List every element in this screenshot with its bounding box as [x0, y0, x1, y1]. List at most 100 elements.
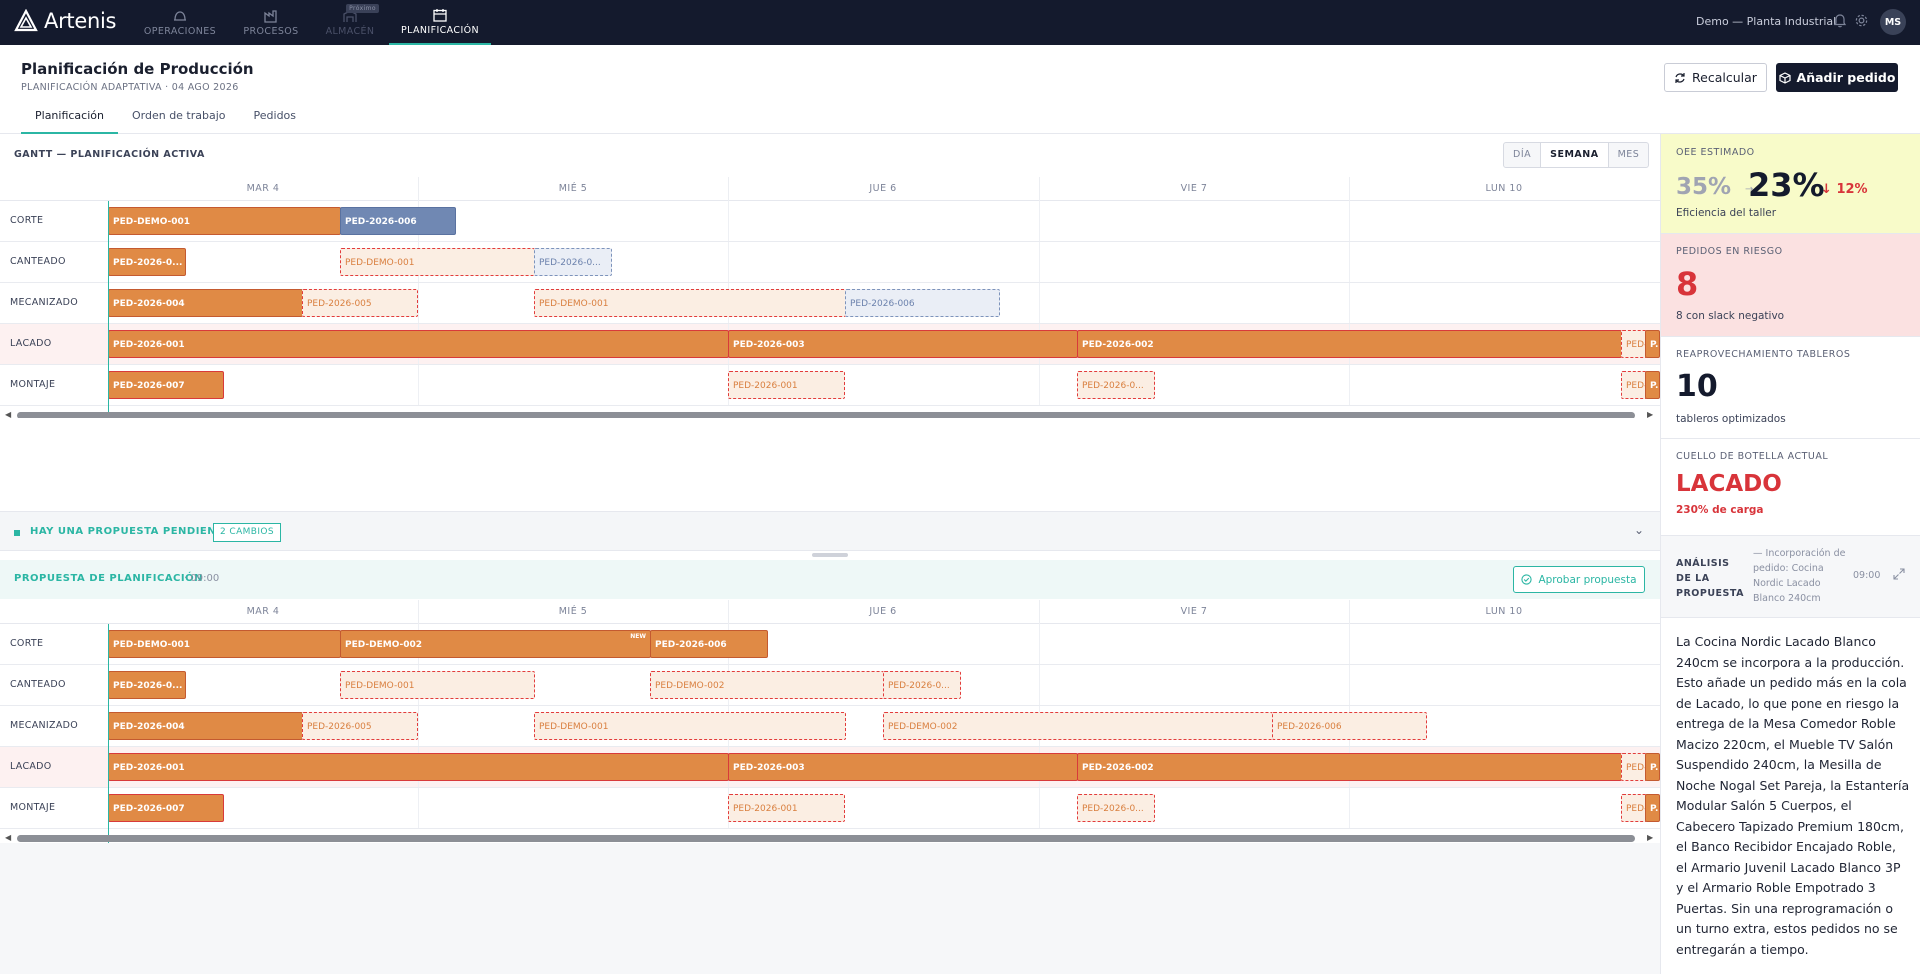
order-bar[interactable]: PED-2026-0...	[108, 671, 186, 699]
app-logo[interactable]: Artenis	[14, 9, 116, 33]
order-bar[interactable]: PED-...	[1621, 371, 1647, 399]
gantt-row: CORTE PED-DEMO-001 PED-DEMO-002 NEW PED-2026…	[0, 624, 1660, 665]
tab-pedidos[interactable]: Pedidos	[240, 101, 311, 134]
order-bar[interactable]: PED-...	[1621, 330, 1647, 358]
kpi-desc: Eficiencia del taller	[1676, 207, 1777, 219]
grid-line	[418, 365, 419, 405]
gear-icon[interactable]	[1854, 13, 1869, 28]
day-header: MAR 4 MIÉ 5 JUE 6 VIE 7 LUN 10	[0, 600, 1660, 624]
order-bar[interactable]: PED-2026-002	[1077, 753, 1622, 781]
order-bar[interactable]: PED-2026-001	[108, 330, 729, 358]
order-bar[interactable]: PED-2026-001	[108, 753, 729, 781]
order-bar[interactable]: PED-2026-002	[1077, 330, 1622, 358]
add-order-button[interactable]: Añadir pedido	[1776, 63, 1898, 92]
order-label: PED-2026-002	[1082, 763, 1154, 773]
kpi-bottleneck: CUELLO DE BOTELLA ACTUAL LACADO 230% de …	[1661, 439, 1920, 536]
chevron-down-icon[interactable]: ⌄	[1634, 523, 1644, 537]
scroll-right-icon[interactable]: ▶	[1647, 833, 1653, 842]
order-bar[interactable]: PED-2026-006	[845, 289, 1000, 317]
order-bar[interactable]: PED-...	[1621, 753, 1647, 781]
order-bar[interactable]: P...	[1645, 330, 1660, 358]
order-bar[interactable]: PED-DEMO-002	[883, 712, 1273, 740]
order-bar[interactable]: PED-DEMO-001	[534, 289, 846, 317]
approve-label: Aprobar propuesta	[1538, 573, 1637, 586]
row-label: MECANIZADO	[10, 297, 79, 308]
order-bar[interactable]: PED-DEMO-001	[108, 630, 341, 658]
order-bar[interactable]: PED-DEMO-001	[108, 207, 341, 235]
gantt-row: MONTAJE PED-2026-007 PED-2026-001 PED-2026-…	[0, 788, 1660, 829]
grid-line	[1349, 624, 1350, 664]
order-bar[interactable]: PED-2026-001	[728, 371, 845, 399]
order-bar[interactable]: P...	[1645, 753, 1660, 781]
box-icon	[1778, 71, 1791, 84]
order-bar[interactable]: PED-2026-004	[108, 712, 303, 740]
order-bar[interactable]: PED-DEMO-001	[534, 712, 846, 740]
order-bar[interactable]: P...	[1645, 371, 1660, 399]
refresh-icon	[1675, 72, 1685, 83]
order-bar[interactable]: PED-DEMO-001	[340, 671, 535, 699]
order-label: PED-DEMO-001	[113, 640, 191, 650]
proposal-time: · 09:00	[184, 573, 220, 584]
gantt-row: MECANIZADO PED-2026-004 PED-2026-005 PED-DE…	[0, 706, 1660, 747]
order-label: PED-2026-006	[345, 217, 417, 227]
recalculate-button[interactable]: Recalcular	[1664, 63, 1767, 92]
order-bar[interactable]: PED-...	[1621, 794, 1647, 822]
user-avatar[interactable]: MS	[1880, 9, 1906, 35]
kpi-label: PEDIDOS EN RIESGO	[1676, 246, 1783, 257]
order-label: PED-...	[1626, 763, 1646, 773]
arrow-down-icon: ↓	[1821, 182, 1832, 197]
nav-planificacion[interactable]: PLANIFICACIÓN	[389, 0, 491, 45]
scrollbar-thumb[interactable]	[17, 835, 1635, 842]
order-bar[interactable]: PED-2026-001	[728, 794, 845, 822]
order-bar[interactable]: PED-2026-0...	[1077, 371, 1155, 399]
hardhat-icon	[174, 10, 186, 21]
order-bar[interactable]: PED-2026-003	[728, 330, 1078, 358]
order-bar[interactable]: PED-2026-006	[340, 207, 456, 235]
kpi-current-value: 23%	[1748, 166, 1825, 204]
factory-icon	[264, 9, 277, 23]
order-label: PED-2026-0...	[1082, 804, 1144, 814]
scroll-left-icon[interactable]: ◀	[5, 833, 11, 842]
expand-icon[interactable]	[1893, 568, 1905, 580]
order-label: PED-2026-004	[113, 299, 185, 309]
order-label: P...	[1650, 381, 1659, 391]
order-bar[interactable]: PED-2026-007	[108, 371, 224, 399]
order-bar[interactable]: PED-2026-005	[302, 289, 418, 317]
page-tabs: Planificación Orden de trabajo Pedidos	[21, 101, 310, 134]
tab-planificacion[interactable]: Planificación	[21, 101, 118, 134]
view-month[interactable]: MES	[1609, 143, 1649, 167]
order-bar[interactable]: P...	[1645, 794, 1660, 822]
gantt-empty-area	[0, 418, 1660, 511]
pending-proposal-banner[interactable]: HAY UNA PROPUESTA PENDIENTE 2 CAMBIOS ⌄	[0, 511, 1660, 551]
order-bar[interactable]: PED-DEMO-002 NEW	[340, 630, 651, 658]
tab-orden-de-trabajo[interactable]: Orden de trabajo	[118, 101, 240, 134]
nav-operaciones[interactable]: OPERACIONES	[144, 0, 216, 45]
resize-handle[interactable]	[812, 553, 848, 557]
order-bar[interactable]: PED-2026-005	[302, 712, 418, 740]
order-bar[interactable]: PED-2026-007	[108, 794, 224, 822]
view-day[interactable]: DÍA	[1504, 143, 1540, 167]
order-bar[interactable]: PED-2026-0...	[1077, 794, 1155, 822]
order-label: PED-2026-006	[850, 299, 915, 309]
order-bar[interactable]: PED-2026-006	[650, 630, 768, 658]
order-label: PED-2026-005	[307, 722, 372, 732]
order-label: PED-2026-0...	[1082, 381, 1144, 391]
day-label: VIE 7	[1180, 606, 1208, 617]
order-bar[interactable]: PED-2026-003	[728, 753, 1078, 781]
nav-procesos[interactable]: PROCESOS	[243, 0, 299, 45]
order-bar[interactable]: PED-2026-0...	[534, 248, 612, 276]
grid-line	[1039, 788, 1040, 828]
order-bar[interactable]: PED-2026-006	[1272, 712, 1427, 740]
order-label: PED-2026-0...	[539, 258, 601, 268]
kpi-delta: ↓ 12%	[1821, 182, 1868, 197]
approve-proposal-button[interactable]: Aprobar propuesta	[1513, 566, 1645, 593]
order-bar[interactable]: PED-2026-0...	[108, 248, 186, 276]
order-bar[interactable]: PED-DEMO-001	[340, 248, 535, 276]
bell-icon[interactable]	[1833, 12, 1847, 28]
order-bar[interactable]: PED-2026-004	[108, 289, 303, 317]
view-week[interactable]: SEMANA	[1540, 143, 1609, 167]
plant-selector[interactable]: Demo — Planta Industrial	[1696, 15, 1836, 28]
order-bar[interactable]: PED-2026-0...	[883, 671, 961, 699]
order-bar[interactable]: PED-DEMO-002	[650, 671, 884, 699]
page-title: Planificación de Producción	[21, 60, 254, 78]
